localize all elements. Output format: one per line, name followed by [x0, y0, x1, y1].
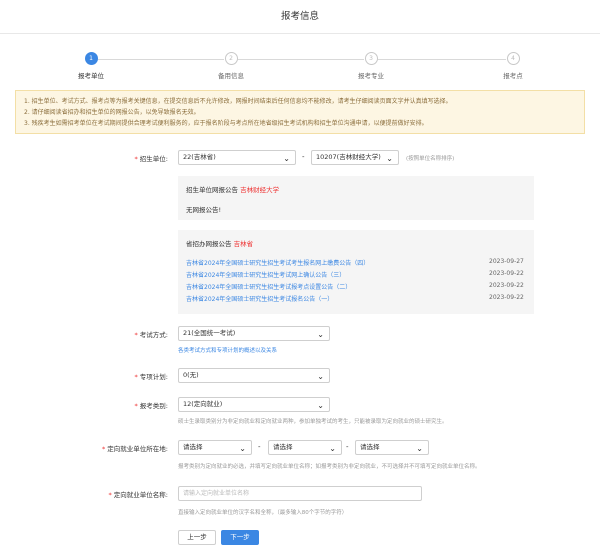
chevron-down-icon: ⌄ [386, 154, 393, 163]
category-label: * 报考类别: [134, 402, 168, 410]
chevron-down-icon: ⌄ [283, 154, 290, 163]
required-mark: * [134, 373, 138, 381]
chevron-down-icon: ⌄ [317, 372, 324, 381]
province-select[interactable]: 22(吉林省) ⌄ [178, 150, 296, 165]
notice-line: 3. 残疾考生如需招考单位在考试期间提供合理考试便利服务的，应于报名阶段与考点所… [24, 120, 428, 127]
separator: - [302, 153, 305, 161]
location-label: * 定向就业单位所在地: [102, 445, 168, 453]
page-title: 报考信息 [0, 0, 600, 34]
progress-steps: 1 报考单位 2 备用信息 3 报考专业 4 报考点 [0, 50, 600, 80]
exam-mode-row: * 考试方式: 21(全国统一考试) ⌄ 各类考试方式和专项计划的概述以及关系 [0, 326, 600, 356]
employer-row: * 定向就业单位名称: 请输入定向就业单位名称 直接输入定向就业单位的汉字名和全称… [0, 486, 600, 518]
step-label: 报考点 [503, 72, 523, 80]
announcement-link[interactable]: 吉林省2024年全国硕士研究生招生考试报名公告（一） [186, 294, 333, 303]
unit-select[interactable]: 10207(吉林财经大学) ⌄ [311, 150, 399, 165]
category-row: * 报考类别: 12(定向就业) ⌄ 硕士生录取类别分为非定向就业和定向就业两种，参… [0, 397, 600, 427]
step-label: 备用信息 [218, 72, 244, 80]
announcement-date: 2023-09-22 [489, 270, 524, 277]
announcement-link[interactable]: 吉林省2024年全国硕士研究生招生考试考生报名网上缴费公告（四） [186, 258, 369, 267]
step-1: 1 报考单位 [51, 50, 131, 80]
location-province-select[interactable]: 请选择 ⌄ [178, 440, 252, 455]
chevron-down-icon: ⌄ [317, 330, 324, 339]
separator: - [346, 443, 349, 451]
step-3: 3 报考专业 [331, 50, 411, 80]
step-number: 3 [364, 52, 378, 65]
announcement-date: 2023-09-22 [489, 294, 524, 301]
step-4: 4 报考点 [473, 50, 553, 80]
required-mark: * [134, 402, 138, 410]
exam-mode-info-link[interactable]: 各类考试方式和专项计划的概述以及关系 [178, 346, 277, 354]
step-label: 报考专业 [358, 72, 384, 80]
announcement-link[interactable]: 吉林省2024年全国硕士研究生招生考试网上确认公告（三） [186, 270, 345, 279]
next-button[interactable]: 下一步 [221, 530, 259, 545]
unit-announcement-panel: 招生单位网报公告 吉林财经大学 无网报公告! [178, 176, 534, 220]
required-mark: * [134, 331, 138, 339]
notice-box: 1. 招生单位、考试方式、报考点等为报考关键信息，在提交信息后不允许修改，网报时… [15, 90, 585, 134]
location-city-select[interactable]: 请选择 ⌄ [268, 440, 342, 455]
province-panel-title: 省招办网报公告 吉林省 [186, 240, 254, 248]
location-district-select[interactable]: 请选择 ⌄ [355, 440, 429, 455]
special-plan-label: * 专项计划: [134, 373, 168, 381]
special-plan-select[interactable]: 0(无) ⌄ [178, 368, 330, 383]
step-number: 1 [84, 52, 98, 65]
announcement-date: 2023-09-27 [489, 258, 524, 265]
employer-label: * 定向就业单位名称: [108, 491, 168, 499]
step-2: 2 备用信息 [191, 50, 271, 80]
required-mark: * [102, 445, 106, 453]
exam-mode-label: * 考试方式: [134, 331, 168, 339]
special-plan-row: * 专项计划: 0(无) ⌄ [0, 368, 600, 384]
employer-hint: 直接输入定向就业单位的汉字名和全称，（最多输入80个字节的字符） [178, 510, 348, 516]
chevron-down-icon: ⌄ [329, 444, 336, 453]
school-row: * 招生单位: 22(吉林省) ⌄ - 10207(吉林财经大学) ⌄ (按照单位名称… [0, 150, 600, 166]
notice-line: 2. 请仔细阅读省招办和招生单位的网报公告，以免导致报名无效。 [24, 109, 200, 116]
unit-panel-empty: 无网报公告! [186, 206, 222, 214]
location-row: * 定向就业单位所在地: 请选择 ⌄ - 请选择 ⌄ - 请选择 ⌄ 报考类别为定向就业… [0, 440, 600, 472]
chevron-down-icon: ⌄ [317, 401, 324, 410]
category-select[interactable]: 12(定向就业) ⌄ [178, 397, 330, 412]
prev-button[interactable]: 上一步 [178, 530, 216, 545]
step-number: 4 [506, 52, 520, 65]
step-label: 报考单位 [78, 72, 104, 80]
employer-input[interactable]: 请输入定向就业单位名称 [178, 486, 422, 501]
required-mark: * [134, 155, 138, 163]
category-hint: 硕士生录取类别分为非定向就业和定向就业两种，参加单独考试的考生，只能被录取为定向… [178, 419, 448, 425]
announcement-link[interactable]: 吉林省2024年全国硕士研究生招生考试报考点设置公告（二） [186, 282, 351, 291]
required-mark: * [108, 491, 112, 499]
announcement-date: 2023-09-22 [489, 282, 524, 289]
school-label: * 招生单位: [134, 155, 168, 163]
province-announcement-panel: 省招办网报公告 吉林省 吉林省2024年全国硕士研究生招生考试考生报名网上缴费公… [178, 230, 534, 314]
chevron-down-icon: ⌄ [239, 444, 246, 453]
notice-line: 1. 招生单位、考试方式、报考点等为报考关键信息，在提交信息后不允许修改，网报时… [24, 98, 452, 105]
exam-mode-select[interactable]: 21(全国统一考试) ⌄ [178, 326, 330, 341]
school-hint: (按照单位名称排序) [406, 156, 455, 162]
step-number: 2 [224, 52, 238, 65]
location-hint: 报考类别为定向就业的必选，并填写定向就业单位名称；如报考类别为非定向就业，不可选… [178, 464, 481, 470]
chevron-down-icon: ⌄ [416, 444, 423, 453]
separator: - [258, 443, 261, 451]
unit-panel-title: 招生单位网报公告 吉林财经大学 [186, 186, 280, 194]
